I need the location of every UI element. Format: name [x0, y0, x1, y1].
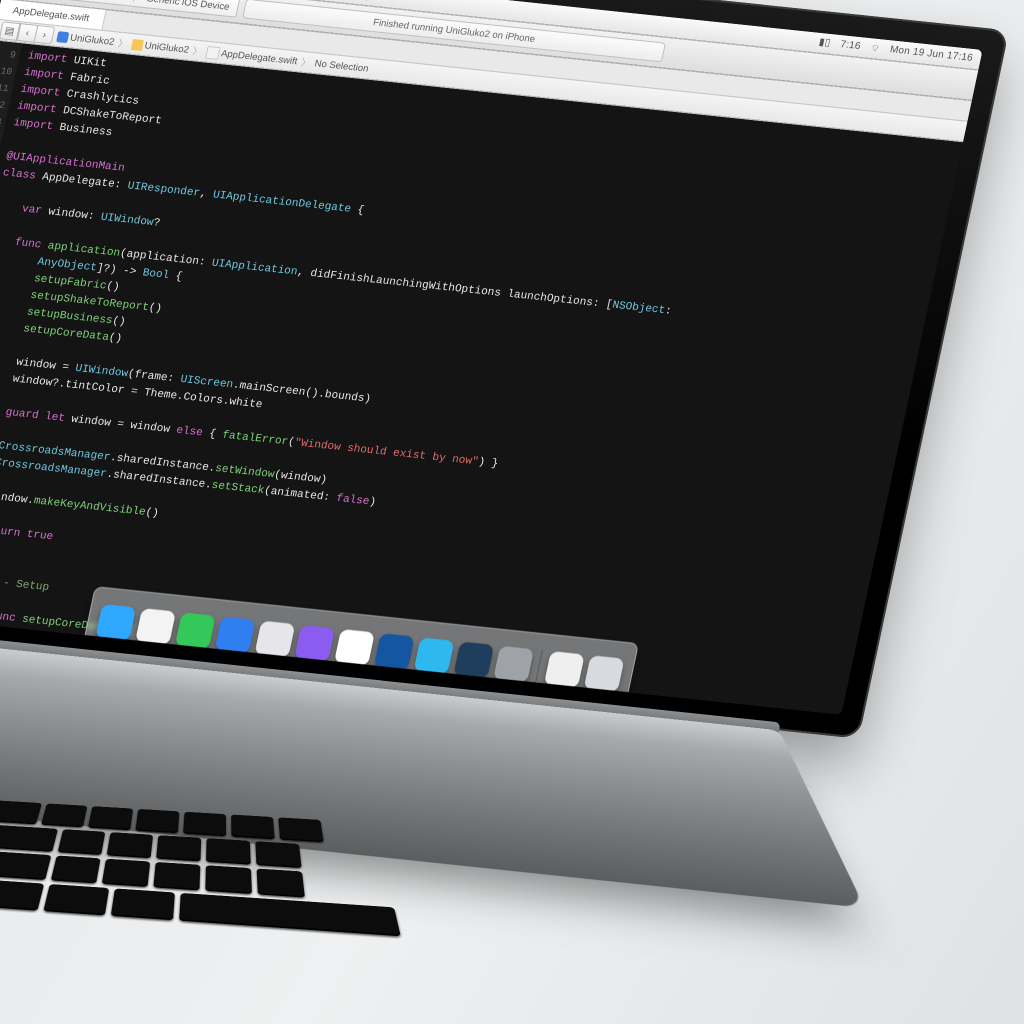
line-number: 13	[0, 111, 3, 130]
menu-item[interactable]: Help	[350, 0, 373, 1]
line-number: 11	[0, 78, 10, 97]
chevron-right-icon: 〉	[300, 55, 312, 70]
menubar-time: 7:16	[839, 39, 862, 54]
project-icon	[56, 31, 69, 43]
screen: Find Navigate Editor Product Debug Sourc…	[0, 0, 983, 715]
wifi-icon: ⌔	[869, 42, 881, 56]
chevron-right-icon: 〉	[117, 36, 129, 51]
swift-file-icon	[205, 45, 221, 59]
jump-label: No Selection	[314, 58, 370, 74]
tab-label: AppDelegate.swift	[12, 5, 90, 24]
line-number: 9	[0, 44, 17, 63]
jump-label: AppDelegate.swift	[220, 48, 298, 67]
jump-label: UniGluko2	[69, 32, 115, 47]
scheme-app: UniGluko2	[84, 0, 130, 2]
jump-segment-project[interactable]: UniGluko2	[56, 31, 115, 48]
code-area[interactable]: import UIKitimport Fabricimport Crashlyt…	[0, 43, 963, 714]
jump-label: UniGluko2	[144, 40, 190, 55]
screen-bezel: Find Navigate Editor Product Debug Sourc…	[0, 0, 1009, 739]
scheme-device: Generic iOS Device	[145, 0, 230, 12]
code-editor[interactable]: 9101112131415161718192021222324252627282…	[0, 40, 963, 714]
jump-segment-selection[interactable]: No Selection	[314, 58, 370, 74]
laptop: Find Navigate Editor Product Debug Sourc…	[0, 0, 1024, 940]
chevron-right-icon: 〉	[132, 0, 144, 5]
battery-icon: ▮▯	[818, 36, 832, 50]
chevron-right-icon: 〉	[191, 43, 203, 58]
jump-segment-folder[interactable]: UniGluko2	[131, 39, 190, 56]
line-number: 12	[0, 94, 7, 113]
folder-icon	[131, 39, 144, 51]
forward-button[interactable]: ›	[35, 25, 56, 44]
line-number: 10	[0, 61, 14, 80]
